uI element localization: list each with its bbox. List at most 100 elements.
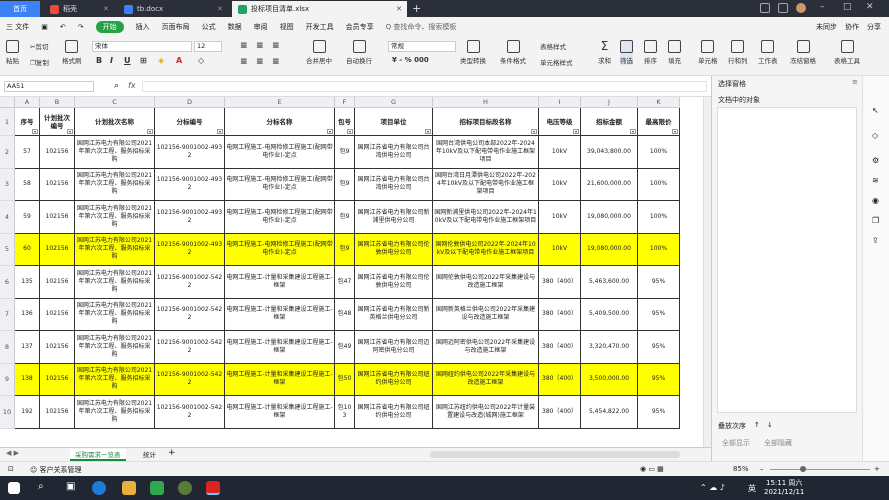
table-cell[interactable]: 102156-9001002-5422 <box>155 266 225 299</box>
table-cell[interactable]: 电网工程施工-电网检修工程施工(配网带电作业)-定点 <box>225 136 335 169</box>
table-cell[interactable]: 19,080,000.00 <box>581 233 638 266</box>
cut-button[interactable]: ✂剪切 <box>30 41 48 51</box>
column-header-h[interactable]: H <box>433 97 539 108</box>
column-title-cell[interactable]: 招标项目标段名称 ▾ <box>433 108 539 136</box>
copy-pane-icon[interactable]: ❐ <box>872 216 879 225</box>
sheet-nav-icon[interactable]: ◀ ▶ <box>6 449 19 457</box>
filter-button[interactable]: 筛选 <box>620 40 633 65</box>
column-header-a[interactable]: A <box>15 97 40 108</box>
share-pane-icon[interactable]: ⇪ <box>872 236 879 245</box>
zoom-slider-handle[interactable] <box>800 466 806 472</box>
table-cell[interactable]: 电网工程施工-电网检修工程施工(配网带电作业)-定点 <box>225 168 335 201</box>
filter-dropdown-icon[interactable]: ▾ <box>425 129 431 134</box>
table-cell[interactable]: 102156 <box>40 168 75 201</box>
bold-button[interactable]: B <box>96 56 102 65</box>
tab-list-icon[interactable] <box>778 3 788 13</box>
formula-input[interactable] <box>142 81 707 92</box>
table-cell[interactable]: 国网江苏电力有限公司2021年第六次工程、服务招标采购 <box>75 331 155 364</box>
status-left-label[interactable]: ☺ 客户关系管理 <box>30 465 82 475</box>
table-cell[interactable]: 电网工程施工-电网检修工程施工(配网带电作业)-定点 <box>225 233 335 266</box>
move-up-icon[interactable]: ↑ <box>754 421 760 429</box>
table-cell[interactable]: 58 <box>15 168 40 201</box>
column-header-f[interactable]: F <box>335 97 355 108</box>
table-cell[interactable]: 国网台湾日月潭供电公司2022年-2024年10kV及以下配电带电作业施工框架项… <box>433 168 539 201</box>
table-cell[interactable]: 包9 <box>335 233 355 266</box>
column-header-b[interactable]: B <box>40 97 75 108</box>
row-header[interactable]: 1 <box>0 108 15 136</box>
app-icon[interactable] <box>178 481 192 495</box>
zoom-slider[interactable] <box>770 469 870 470</box>
conditional-format-button[interactable]: 条件格式 <box>500 40 526 65</box>
column-header-i[interactable]: I <box>539 97 581 108</box>
wrap-text-button[interactable]: 自动换行 <box>346 40 372 65</box>
filter-dropdown-icon[interactable]: ▾ <box>32 129 38 134</box>
type-convert-button[interactable]: 类型转换 <box>460 40 486 65</box>
table-tools-button[interactable]: 表格工具 <box>834 40 860 65</box>
layout-icon[interactable] <box>760 3 770 13</box>
column-title-cell[interactable]: 分标名称 ▾ <box>225 108 335 136</box>
filter-dropdown-icon[interactable]: ▾ <box>347 129 353 134</box>
pycharm-icon[interactable] <box>150 481 164 495</box>
column-title-cell[interactable]: 招标金额 ▾ <box>581 108 638 136</box>
row-header[interactable]: 10 <box>0 396 15 429</box>
close-icon[interactable]: ✕ <box>217 5 223 13</box>
table-cell[interactable]: 102156-9001002-4932 <box>155 201 225 234</box>
table-cell[interactable]: 包9 <box>335 168 355 201</box>
table-cell[interactable]: 国网台湾供电公司本部2022年-2024年10kV及以下配电带电作业施工框架项目 <box>433 136 539 169</box>
table-cell[interactable]: 国网江苏省电力有限公司新浦里供电分公司 <box>355 201 433 234</box>
folder-icon[interactable] <box>122 481 136 495</box>
table-cell[interactable]: 102156 <box>40 266 75 299</box>
table-cell[interactable]: 国网江苏电力有限公司2021年第六次工程、服务招标采购 <box>75 136 155 169</box>
table-cell[interactable]: 10kV <box>539 168 581 201</box>
column-header-c[interactable]: C <box>75 97 155 108</box>
hide-all-button[interactable]: 全部隐藏 <box>764 438 792 448</box>
font-size-select[interactable]: 12 <box>194 41 222 52</box>
table-cell[interactable]: 60 <box>15 233 40 266</box>
freeze-panes-button[interactable]: 冻结窗格 <box>790 40 816 65</box>
undo-icon[interactable]: ↶ <box>54 23 72 31</box>
menu-formula[interactable]: 公式 <box>196 22 222 32</box>
table-cell[interactable]: 国网江苏纽约供电公司2022年计量装置建设与改造(城网)施工框架 <box>433 396 539 429</box>
search-icon[interactable]: ⌕ <box>38 481 44 492</box>
filter-dropdown-icon[interactable]: ▾ <box>327 129 333 134</box>
align-right-icon[interactable]: ≡ <box>272 57 280 67</box>
table-cell[interactable]: 59 <box>15 201 40 234</box>
table-cell[interactable]: 95% <box>638 396 680 429</box>
cell-style-button[interactable]: 单元格样式 <box>540 57 573 67</box>
table-cell[interactable]: 国网江苏省电力有限公司伦敦供电分公司 <box>355 233 433 266</box>
table-cell[interactable]: 102156 <box>40 201 75 234</box>
table-cell[interactable]: 包50 <box>335 363 355 396</box>
table-cell[interactable]: 国网江苏电力有限公司2021年第六次工程、服务招标采购 <box>75 396 155 429</box>
align-left-icon[interactable]: ≡ <box>240 57 248 67</box>
table-cell[interactable]: 5,463,600.00 <box>581 266 638 299</box>
sum-button[interactable]: Σ 求和 <box>598 40 611 65</box>
filter-dropdown-icon[interactable]: ▾ <box>217 129 223 134</box>
table-cell[interactable]: 380（400） <box>539 298 581 331</box>
row-header[interactable]: 8 <box>0 331 15 364</box>
table-cell[interactable]: 国网江苏省电力有限公司纽约供电分公司 <box>355 363 433 396</box>
table-cell[interactable]: 电网工程施工-计量和采集建设工程施工-框架 <box>225 396 335 429</box>
clock-time[interactable]: 15:11 周六 <box>766 478 802 488</box>
menu-dev-tools[interactable]: 开发工具 <box>300 22 340 32</box>
clock-date[interactable]: 2021/12/11 <box>764 488 804 496</box>
table-cell[interactable]: 39,043,800.00 <box>581 136 638 169</box>
sheet-tab-stats[interactable]: 统计 <box>138 449 161 461</box>
table-cell[interactable]: 136 <box>15 298 40 331</box>
paste-button[interactable]: 粘贴 <box>6 40 19 65</box>
column-title-cell[interactable]: 最高限价 ▾ <box>638 108 680 136</box>
menu-insert[interactable]: 插入 <box>130 22 156 32</box>
table-cell[interactable]: 3,320,470.00 <box>581 331 638 364</box>
column-header-j[interactable]: J <box>581 97 638 108</box>
row-header[interactable]: 3 <box>0 168 15 201</box>
number-format-select[interactable]: 常规 <box>388 41 456 52</box>
menu-member[interactable]: 会员专享 <box>340 22 380 32</box>
column-title-cell[interactable]: 项目单位 ▾ <box>355 108 433 136</box>
select-all-corner[interactable] <box>0 97 15 108</box>
pane-menu-icon[interactable]: ≡ <box>852 78 858 86</box>
table-cell[interactable]: 102156-9001002-4932 <box>155 233 225 266</box>
avatar[interactable] <box>796 3 806 13</box>
cursor-icon[interactable]: ↖ <box>872 106 879 115</box>
table-style-button[interactable]: 表格样式 <box>540 41 566 51</box>
table-cell[interactable]: 95% <box>638 331 680 364</box>
filter-dropdown-icon[interactable]: ▾ <box>147 129 153 134</box>
